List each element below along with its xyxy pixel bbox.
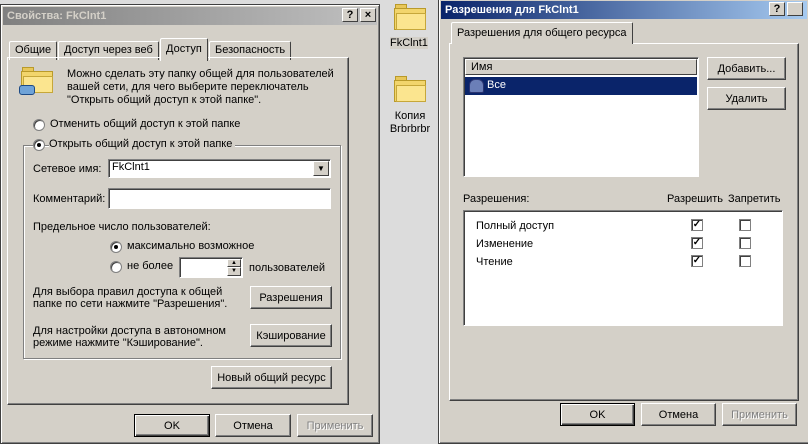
folder-icon xyxy=(394,4,426,30)
cancel-button[interactable]: Отмена xyxy=(215,414,291,437)
share-radio[interactable] xyxy=(33,139,45,151)
users-group-icon xyxy=(469,79,484,93)
user-limit-label: Предельное число пользователей: xyxy=(33,221,211,233)
permissions-label: Разрешения: xyxy=(463,193,530,205)
allow-checkbox[interactable]: ✓ xyxy=(691,255,703,267)
help-button[interactable]: ? xyxy=(769,2,785,16)
ok-button[interactable]: OK xyxy=(134,414,210,437)
max-users-radio[interactable] xyxy=(110,241,122,253)
permissions-text: Для выбора правил доступа к общей папке … xyxy=(33,286,228,310)
share-label[interactable]: Открыть общий доступ к этой папке xyxy=(49,138,236,150)
permissions-button[interactable]: Разрешения xyxy=(250,286,332,309)
folder-icon xyxy=(394,76,426,102)
permission-name: Изменение xyxy=(476,238,534,250)
permission-name: Чтение xyxy=(476,256,513,268)
permissions-title: Разрешения для FkClnt1 xyxy=(445,4,579,16)
ok-button[interactable]: OK xyxy=(560,403,635,426)
desktop-icon-label: Копия Brbrbrbr xyxy=(389,110,431,135)
list-item-label: Все xyxy=(487,79,506,91)
spin-up-icon[interactable]: ▲ xyxy=(227,259,241,267)
names-list[interactable]: Имя Все xyxy=(463,57,699,177)
share-name-label: Сетевое имя: xyxy=(33,163,102,175)
comment-input[interactable] xyxy=(108,188,331,209)
not-more-label[interactable]: не более xyxy=(127,260,173,272)
cancel-button[interactable]: Отмена xyxy=(641,403,716,426)
tab-share-permissions[interactable]: Разрешения для общего ресурса xyxy=(451,22,633,44)
list-item[interactable]: Все xyxy=(465,77,697,95)
properties-title: Свойства: FkClnt1 xyxy=(7,10,107,22)
unshare-radio[interactable] xyxy=(33,119,45,131)
desktop-icon-kopiya[interactable]: Копия Brbrbrbr xyxy=(386,72,434,138)
help-button[interactable]: ? xyxy=(342,8,358,22)
apply-button[interactable]: Применить xyxy=(297,414,373,437)
desktop-icon-fkclnt1[interactable]: FkClnt1 xyxy=(388,0,432,52)
max-users-label[interactable]: максимально возможное xyxy=(127,240,254,252)
caching-button[interactable]: Кэширование xyxy=(250,324,332,347)
comment-label: Комментарий: xyxy=(33,193,106,205)
add-button[interactable]: Добавить... xyxy=(707,57,786,80)
deny-checkbox[interactable] xyxy=(739,237,751,249)
names-list-header[interactable]: Имя xyxy=(465,59,697,75)
not-more-radio[interactable] xyxy=(110,261,122,273)
remove-button[interactable]: Удалить xyxy=(707,87,786,110)
permission-name: Полный доступ xyxy=(476,220,555,232)
close-button[interactable] xyxy=(787,2,803,16)
new-share-button[interactable]: Новый общий ресурс xyxy=(211,366,332,389)
apply-button[interactable]: Применить xyxy=(722,403,797,426)
caching-text: Для настройки доступа в автономном режим… xyxy=(33,325,226,349)
dropdown-arrow-icon[interactable]: ▼ xyxy=(313,161,329,176)
allow-checkbox[interactable]: ✓ xyxy=(691,237,703,249)
unshare-label[interactable]: Отменить общий доступ к этой папке xyxy=(50,118,240,130)
desktop-icon-label: FkClnt1 xyxy=(390,37,428,49)
deny-checkbox[interactable] xyxy=(739,219,751,231)
allow-checkbox[interactable]: ✓ xyxy=(691,219,703,231)
share-name-value: FkClnt1 xyxy=(112,161,150,173)
hand-icon xyxy=(19,85,35,95)
deny-checkbox[interactable] xyxy=(739,255,751,267)
properties-titlebar[interactable]: Свойства: FkClnt1 xyxy=(3,7,377,25)
close-button[interactable]: × xyxy=(360,8,376,22)
allow-column-label: Разрешить xyxy=(667,193,723,205)
sharing-description: Можно сделать эту папку общей для пользо… xyxy=(67,68,334,106)
tab-sharing[interactable]: Доступ xyxy=(160,38,208,61)
permissions-titlebar[interactable]: Разрешения для FkClnt1 xyxy=(441,1,807,19)
properties-dialog: Свойства: FkClnt1 ? × Общие Доступ через… xyxy=(0,4,380,444)
spin-down-icon[interactable]: ▼ xyxy=(227,267,241,276)
users-suffix: пользователей xyxy=(249,262,325,274)
deny-column-label: Запретить xyxy=(728,193,781,205)
share-name-combobox[interactable]: FkClnt1 xyxy=(108,159,331,178)
permissions-dialog: Разрешения для FkClnt1 ? Разрешения для … xyxy=(438,0,808,444)
